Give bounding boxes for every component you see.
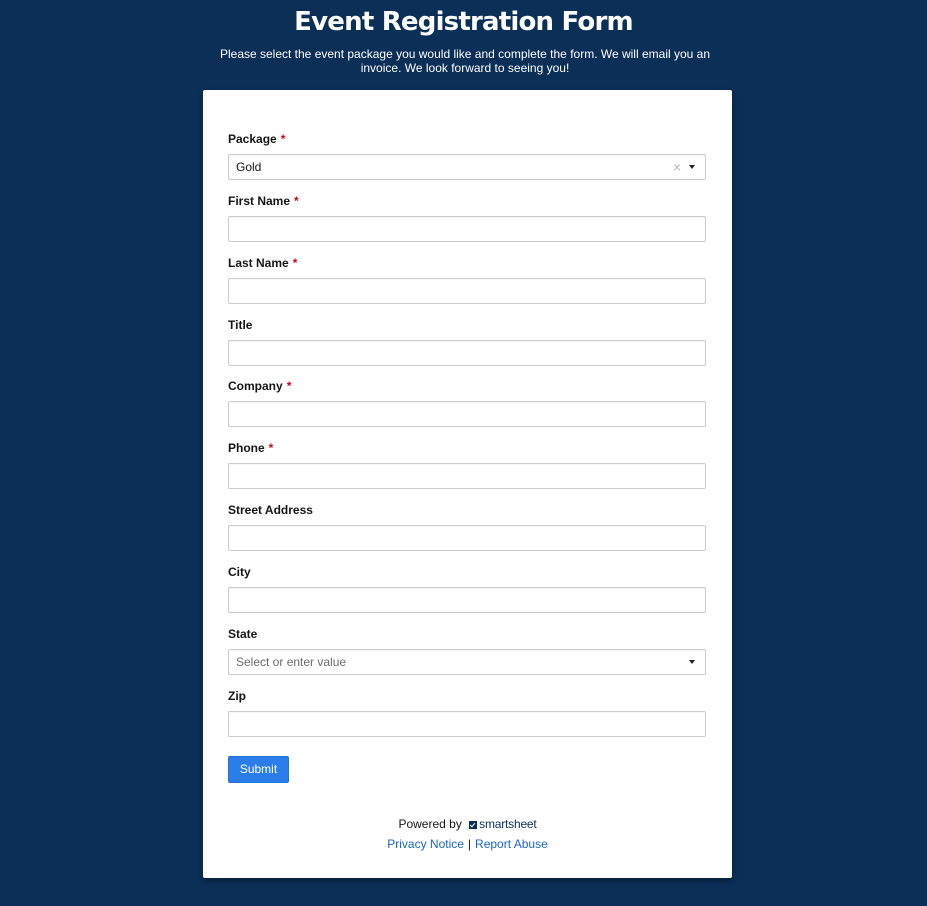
zip-input[interactable] <box>228 711 706 737</box>
field-label: Street Address <box>228 503 313 517</box>
state-select-placeholder: Select or enter value <box>236 655 347 669</box>
field-last-name: Last Name * <box>228 255 706 304</box>
first-name-input[interactable] <box>228 216 706 242</box>
smartsheet-brand[interactable]: smartsheet <box>479 817 537 831</box>
last-name-input[interactable] <box>228 278 706 304</box>
link-separator: | <box>467 837 472 851</box>
chevron-down-icon[interactable] <box>689 165 695 169</box>
page-title: Event Registration Form <box>294 7 633 37</box>
field-label: City <box>228 565 251 579</box>
field-label: Package * <box>228 132 286 146</box>
state-select[interactable]: Select or enter value <box>228 649 706 675</box>
form-card: Package * Gold × First Name * Last Name * T… <box>203 90 732 878</box>
field-label: Company * <box>228 379 292 393</box>
company-input[interactable] <box>228 401 706 427</box>
field-package: Package * Gold × <box>228 131 706 180</box>
privacy-notice-link[interactable]: Privacy Notice <box>387 837 464 851</box>
phone-input[interactable] <box>228 463 706 489</box>
field-label: Last Name * <box>228 256 298 270</box>
smartsheet-logo-icon <box>469 821 478 829</box>
required-marker: * <box>292 256 298 270</box>
required-marker: * <box>286 379 292 393</box>
field-label: Title <box>228 318 253 332</box>
field-label: Zip <box>228 689 246 703</box>
field-state: State Select or enter value <box>228 626 706 675</box>
field-label: Phone * <box>228 441 274 455</box>
chevron-down-icon[interactable] <box>689 660 695 664</box>
powered-by: Powered by smartsheet <box>203 816 732 832</box>
powered-by-text: Powered by <box>398 817 462 831</box>
field-zip: Zip <box>228 688 706 737</box>
footer-links: Privacy Notice | Report Abuse <box>203 836 732 852</box>
field-company: Company * <box>228 378 706 427</box>
city-input[interactable] <box>228 587 706 613</box>
field-city: City <box>228 564 706 613</box>
field-label: State <box>228 627 258 641</box>
field-phone: Phone * <box>228 440 706 489</box>
field-label: First Name * <box>228 194 299 208</box>
title-input[interactable] <box>228 340 706 366</box>
package-select[interactable]: Gold × <box>228 154 706 180</box>
required-marker: * <box>268 441 274 455</box>
submit-button[interactable]: Submit <box>228 756 289 783</box>
package-select-value: Gold <box>236 160 262 174</box>
report-abuse-link[interactable]: Report Abuse <box>475 837 548 851</box>
required-marker: * <box>294 194 299 208</box>
field-title: Title <box>228 317 706 366</box>
required-marker: * <box>280 132 286 146</box>
page-description: Please select the event package you woul… <box>219 47 711 75</box>
field-first-name: First Name * <box>228 193 706 242</box>
clear-icon[interactable]: × <box>673 155 681 179</box>
street-address-input[interactable] <box>228 525 706 551</box>
field-street-address: Street Address <box>228 502 706 551</box>
